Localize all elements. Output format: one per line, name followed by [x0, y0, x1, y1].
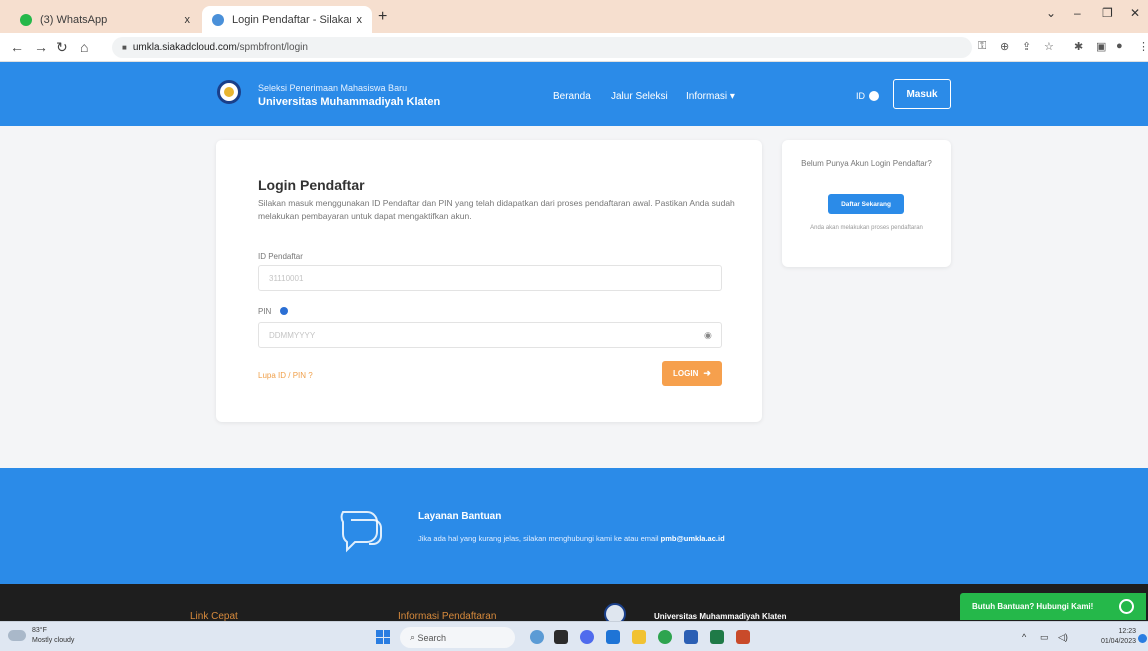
- signup-question: Belum Punya Akun Login Pendaftar?: [801, 159, 932, 168]
- language-label: ID: [856, 91, 865, 101]
- whatsapp-favicon-icon: [20, 13, 32, 26]
- arrow-right-icon: ➜: [703, 368, 711, 378]
- pin-input[interactable]: [258, 322, 722, 348]
- signup-note: Anda akan melakukan proses pendaftaran: [810, 225, 923, 231]
- clock[interactable]: 12:23 01/04/2023: [1090, 627, 1136, 647]
- minimize-icon[interactable]: –: [1074, 6, 1081, 20]
- id-pendaftar-label: ID Pendaftar: [258, 252, 303, 261]
- globe-icon: [869, 91, 879, 101]
- taskbar-search[interactable]: ⌕ Search: [400, 627, 515, 648]
- time: 12:23: [1118, 628, 1136, 635]
- new-tab-button[interactable]: +: [378, 8, 387, 26]
- close-window-icon[interactable]: ✕: [1130, 6, 1140, 20]
- close-tab-icon[interactable]: x: [185, 14, 191, 26]
- page-title: Login Pendaftar: [258, 177, 365, 193]
- lock-icon: ■: [122, 43, 127, 52]
- help-text: Jika ada hal yang kurang jelas, silakan …: [418, 534, 725, 543]
- chrome-icon[interactable]: [658, 630, 672, 644]
- chat-bubble-icon: [340, 511, 382, 553]
- file-explorer-icon[interactable]: [632, 630, 646, 644]
- help-contact-label: Butuh Bantuan? Hubungi Kami!: [972, 602, 1094, 611]
- tab-title: Login Pendaftar - Silakan masuk: [232, 13, 351, 26]
- daftar-sekarang-button[interactable]: Daftar Sekarang: [828, 194, 904, 214]
- reload-icon[interactable]: ↻: [56, 39, 68, 56]
- word-icon[interactable]: [684, 630, 698, 644]
- profile-avatar-icon[interactable]: ●: [1116, 40, 1123, 52]
- close-tab-icon[interactable]: x: [357, 14, 363, 26]
- nav-informasi-label: Informasi: [686, 91, 728, 102]
- search-label: Search: [417, 632, 447, 643]
- login-button-label: LOGIN: [673, 369, 699, 378]
- notification-icon[interactable]: [1138, 634, 1147, 643]
- chevron-down-icon: ▾: [729, 91, 735, 102]
- help-text-body: Jika ada hal yang kurang jelas, silakan …: [418, 534, 659, 543]
- display-icon[interactable]: ▭: [1040, 632, 1049, 643]
- id-pendaftar-input[interactable]: [258, 265, 722, 291]
- search-icon: ⌕: [410, 632, 418, 642]
- brand-subtitle: Seleksi Penerimaan Mahasiswa Baru: [258, 83, 408, 93]
- volume-icon[interactable]: ◁): [1058, 632, 1068, 643]
- signup-card: Belum Punya Akun Login Pendaftar? Daftar…: [782, 140, 951, 267]
- show-password-icon[interactable]: ◉: [704, 330, 712, 341]
- weather-cloud-icon: [8, 630, 26, 641]
- browser-tab-bar: (3) WhatsApp x Login Pendaftar - Silakan…: [0, 0, 1148, 33]
- forward-icon[interactable]: →: [34, 39, 48, 55]
- store-icon[interactable]: [606, 630, 620, 644]
- nav-informasi[interactable]: Informasi ▾: [686, 91, 735, 102]
- university-logo[interactable]: [217, 80, 241, 104]
- tab-login-pendaftar[interactable]: Login Pendaftar - Silakan masuk x: [202, 6, 372, 33]
- key-icon[interactable]: ⚿: [978, 40, 986, 53]
- weather-condition: Mostly cloudy: [32, 637, 75, 644]
- login-card: Login Pendaftar Silakan masuk menggunaka…: [216, 140, 762, 422]
- nav-jalur-seleksi[interactable]: Jalur Seleksi: [611, 91, 668, 102]
- url-path: /spmbfront/login: [236, 42, 308, 53]
- sidepanel-icon[interactable]: ▣: [1096, 40, 1106, 53]
- pin-label: PIN: [258, 307, 272, 316]
- tab-whatsapp[interactable]: (3) WhatsApp x: [10, 6, 200, 33]
- zoom-icon[interactable]: ⊕: [1000, 40, 1009, 53]
- help-title: Layanan Bantuan: [418, 511, 502, 522]
- tray-chevron-icon[interactable]: ^: [1022, 632, 1026, 642]
- date: 01/04/2023: [1100, 638, 1136, 645]
- windows-start-icon[interactable]: [376, 630, 390, 644]
- task-view-icon[interactable]: [554, 630, 568, 644]
- excel-icon[interactable]: [710, 630, 724, 644]
- menu-icon[interactable]: ⋮: [1138, 40, 1148, 53]
- windows-taskbar: 83°F Mostly cloudy ⌕ Search ^ ▭ ◁) 12:23…: [0, 621, 1148, 651]
- tab-search-icon[interactable]: ⌄: [1046, 6, 1056, 20]
- restore-icon[interactable]: ❐: [1102, 6, 1113, 20]
- url-host: umkla.siakadcloud.com: [132, 42, 237, 53]
- site-header: Seleksi Penerimaan Mahasiswa Baru Univer…: [0, 62, 1148, 126]
- teams-icon[interactable]: [580, 630, 594, 644]
- info-icon[interactable]: [280, 307, 288, 315]
- share-icon[interactable]: ⇪: [1022, 40, 1031, 53]
- site-favicon-icon: [212, 13, 224, 26]
- help-contact-button[interactable]: Butuh Bantuan? Hubungi Kami!: [960, 593, 1146, 620]
- powerpoint-icon[interactable]: [736, 630, 750, 644]
- brand-title[interactable]: Universitas Muhammadiyah Klaten: [258, 96, 440, 108]
- login-description: Silakan masuk menggunakan ID Pendaftar d…: [258, 198, 735, 221]
- bookmark-star-icon[interactable]: ☆: [1044, 40, 1054, 53]
- language-switcher[interactable]: ID: [856, 91, 879, 101]
- temperature: 83°F: [32, 627, 47, 634]
- back-icon[interactable]: ←: [10, 39, 24, 55]
- masuk-button[interactable]: Masuk: [893, 79, 951, 109]
- footer-university-name: Universitas Muhammadiyah Klaten: [654, 612, 787, 621]
- extensions-icon[interactable]: ✱: [1074, 40, 1083, 53]
- help-email-link[interactable]: pmb@umkla.ac.id: [661, 534, 725, 543]
- forgot-id-pin-link[interactable]: Lupa ID / PIN ?: [258, 371, 313, 380]
- url-field[interactable]: ■ umkla.siakadcloud.com /spmbfront/login: [112, 37, 972, 58]
- weather-widget[interactable]: 83°F Mostly cloudy: [32, 626, 74, 646]
- help-banner: [0, 468, 1148, 584]
- nav-beranda[interactable]: Beranda: [553, 91, 591, 102]
- tab-title: (3) WhatsApp: [40, 13, 108, 26]
- whatsapp-icon: [1119, 599, 1134, 614]
- address-bar: ← → ↻ ⌂ ■ umkla.siakadcloud.com /spmbfro…: [0, 33, 1148, 62]
- login-button[interactable]: LOGIN ➜: [662, 361, 722, 386]
- cortana-icon[interactable]: [530, 630, 544, 644]
- home-icon[interactable]: ⌂: [80, 39, 88, 55]
